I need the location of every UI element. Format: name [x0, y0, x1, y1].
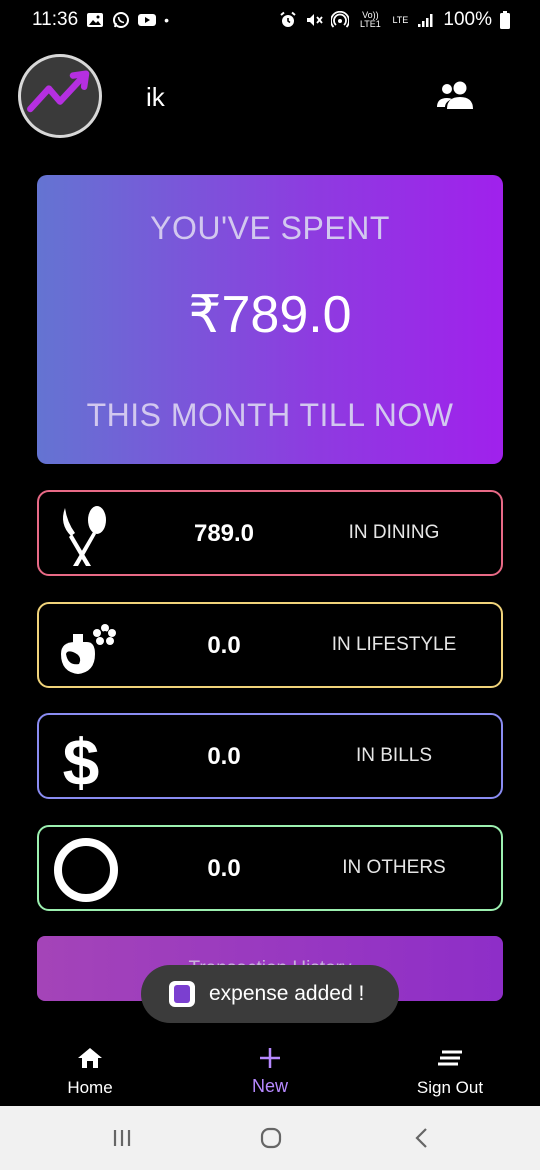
status-time: 11:36 [32, 9, 79, 30]
category-label: IN OTHERS [342, 857, 446, 878]
category-amount: 0.0 [207, 743, 241, 770]
nav-new-label: New [251, 1076, 288, 1096]
dollar-icon: $ [53, 725, 119, 799]
nav-home-label: Home [67, 1078, 113, 1097]
youtube-icon [138, 11, 157, 29]
status-bar: 11:36 • Vo)) LTE1 LTE 100% [0, 0, 540, 40]
category-card-dining[interactable]: 789.0 IN DINING [37, 490, 503, 576]
recent-apps-icon[interactable] [110, 1126, 134, 1150]
whatsapp-icon [112, 11, 130, 29]
group-icon[interactable] [436, 80, 476, 112]
circle-icon [53, 837, 119, 903]
nav-new[interactable]: New [180, 1040, 360, 1106]
nav-sign-out[interactable]: Sign Out [360, 1040, 540, 1106]
app-logo[interactable] [18, 54, 102, 138]
spend-subtitle: THIS MONTH TILL NOW [86, 397, 454, 433]
menu-icon [436, 1046, 464, 1070]
plus-icon [256, 1046, 284, 1070]
category-label: IN LIFESTYLE [331, 634, 457, 655]
category-amount: 0.0 [207, 855, 241, 882]
system-nav-bar [0, 1106, 540, 1170]
battery-percent: 100% [443, 9, 492, 30]
nav-sign-out-label: Sign Out [416, 1078, 484, 1097]
bottom-nav: Home New Sign Out [0, 1040, 540, 1106]
perfume-flower-icon [53, 614, 119, 680]
app-header: ik [18, 54, 518, 140]
spend-amount: ₹789.0 [188, 286, 352, 344]
lte-label: LTE [392, 14, 409, 25]
category-card-lifestyle[interactable]: 0.0 IN LIFESTYLE [37, 602, 503, 688]
trend-up-icon [27, 70, 90, 113]
back-icon[interactable] [410, 1126, 434, 1150]
category-card-bills[interactable]: $ 0.0 IN BILLS [37, 713, 503, 799]
category-card-others[interactable]: 0.0 IN OTHERS [37, 825, 503, 911]
username: ik [146, 82, 165, 112]
home-icon [76, 1046, 104, 1070]
category-label: IN BILLS [355, 745, 433, 766]
alarm-icon [279, 11, 297, 29]
toast-message: expense added ! [209, 982, 365, 1005]
spend-title: YOU'VE SPENT [150, 210, 390, 246]
category-amount: 0.0 [207, 632, 241, 659]
nav-home[interactable]: Home [0, 1040, 180, 1106]
home-button-icon[interactable] [259, 1126, 283, 1150]
svg-text:$: $ [63, 725, 100, 791]
fork-spoon-icon [53, 502, 119, 568]
app-notification-icon [169, 981, 195, 1007]
gallery-icon [86, 11, 104, 29]
hotspot-icon [331, 11, 350, 29]
category-amount: 789.0 [193, 520, 255, 547]
signal-icon [417, 11, 435, 29]
toast: expense added ! [141, 965, 399, 1023]
battery-icon [500, 11, 510, 29]
monthly-spend-card: YOU'VE SPENT ₹789.0 THIS MONTH TILL NOW [37, 175, 503, 464]
notification-dot: • [164, 12, 170, 28]
mute-icon [305, 11, 324, 29]
network-label: Vo)) LTE1 [359, 10, 381, 29]
category-label: IN DINING [348, 522, 440, 543]
